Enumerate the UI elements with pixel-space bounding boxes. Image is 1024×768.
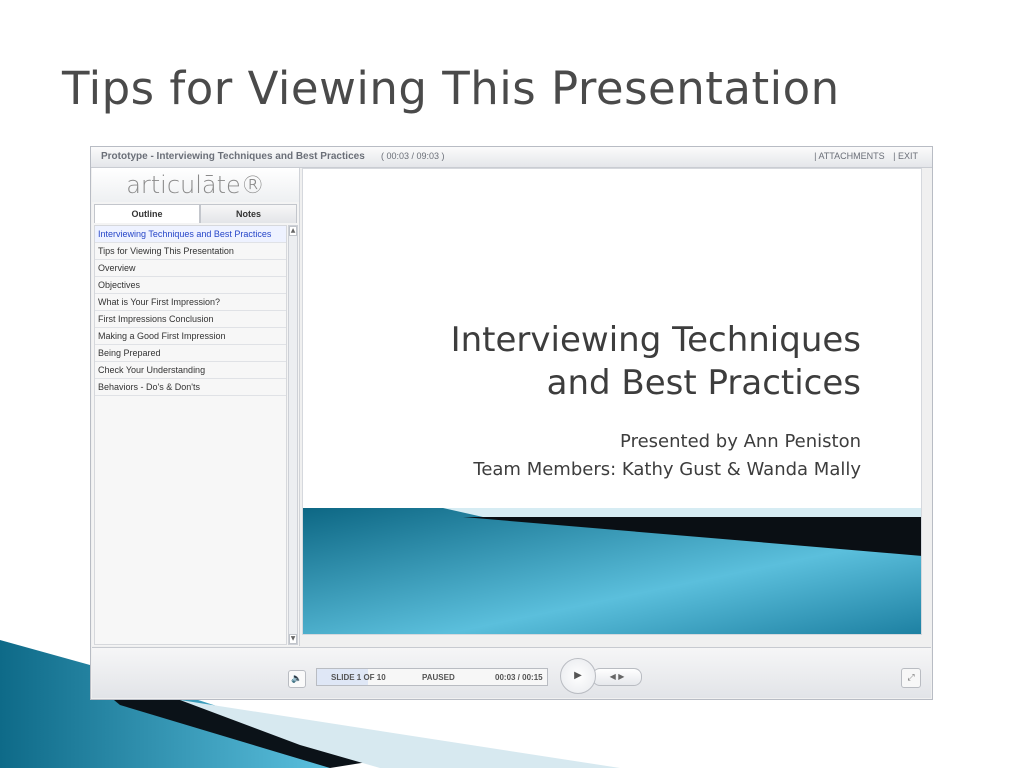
playback-time: 00:03 / 00:15 <box>495 673 543 682</box>
outline-item[interactable]: Behaviors - Do's & Don'ts <box>95 379 286 396</box>
play-icon: ▶ <box>574 670 582 681</box>
slide-viewport: Interviewing Techniques and Best Practic… <box>302 168 922 635</box>
page-title: Tips for Viewing This Presentation <box>62 62 840 115</box>
outline-item[interactable]: Check Your Understanding <box>95 362 286 379</box>
playback-status: PAUSED <box>422 673 455 682</box>
prev-next-buttons[interactable]: ◀ ▶ <box>592 668 642 686</box>
sidebar-tabs: Outline Notes <box>94 204 297 224</box>
exit-button[interactable]: | EXIT <box>893 151 918 161</box>
tab-outline[interactable]: Outline <box>94 204 200 223</box>
top-buttons: | ATTACHMENTS | EXIT <box>808 151 918 161</box>
sidebar: articulāte® Outline Notes Interviewing T… <box>92 168 300 646</box>
slide-subtitle: Presented by Ann Peniston Team Members: … <box>473 428 861 484</box>
outline-item[interactable]: First Impressions Conclusion <box>95 311 286 328</box>
articulate-player-window: Prototype - Interviewing Techniques and … <box>90 146 933 700</box>
play-button[interactable]: ▶ <box>560 658 596 694</box>
fullscreen-icon: ⤢ <box>907 673 915 683</box>
slide-presenter: Presented by Ann Peniston <box>620 431 861 452</box>
outline-item[interactable]: Objectives <box>95 277 286 294</box>
slide-decorative-band <box>303 508 921 634</box>
slide-team: Team Members: Kathy Gust & Wanda Mally <box>473 459 861 480</box>
volume-icon[interactable]: 🔈 <box>288 670 306 688</box>
player-controls: 🔈 SLIDE 1 OF 10 PAUSED 00:03 / 00:15 ◀ ▶… <box>92 647 931 698</box>
outline-item[interactable]: Tips for Viewing This Presentation <box>95 243 286 260</box>
player-titlebar: Prototype - Interviewing Techniques and … <box>91 147 932 168</box>
outline-item[interactable]: Overview <box>95 260 286 277</box>
outline-item[interactable]: What is Your First Impression? <box>95 294 286 311</box>
slide-title-line1: Interviewing Techniques <box>450 320 861 360</box>
prev-next-icon: ◀ ▶ <box>609 672 625 681</box>
slide-title-line2: and Best Practices <box>546 363 861 403</box>
outline-item[interactable]: Making a Good First Impression <box>95 328 286 345</box>
tab-notes[interactable]: Notes <box>200 204 297 223</box>
attachments-button[interactable]: | ATTACHMENTS <box>814 151 885 161</box>
outline-item[interactable]: Interviewing Techniques and Best Practic… <box>95 226 286 243</box>
outline-list: Interviewing Techniques and Best Practic… <box>94 225 287 645</box>
fullscreen-button[interactable]: ⤢ <box>901 668 921 688</box>
scroll-up-icon[interactable]: ▲ <box>289 226 297 236</box>
slide-counter: SLIDE 1 OF 10 <box>331 673 386 682</box>
course-time: ( 00:03 / 09:03 ) <box>381 151 445 161</box>
articulate-logo: articulāte® <box>92 168 299 202</box>
seek-bar[interactable]: SLIDE 1 OF 10 PAUSED 00:03 / 00:15 <box>316 668 548 686</box>
scroll-down-icon[interactable]: ▼ <box>289 634 297 644</box>
outline-scrollbar[interactable]: ▲ ▼ <box>288 225 298 645</box>
course-title: Prototype - Interviewing Techniques and … <box>101 151 365 162</box>
outline-item[interactable]: Being Prepared <box>95 345 286 362</box>
slide-title: Interviewing Techniques and Best Practic… <box>451 319 861 405</box>
